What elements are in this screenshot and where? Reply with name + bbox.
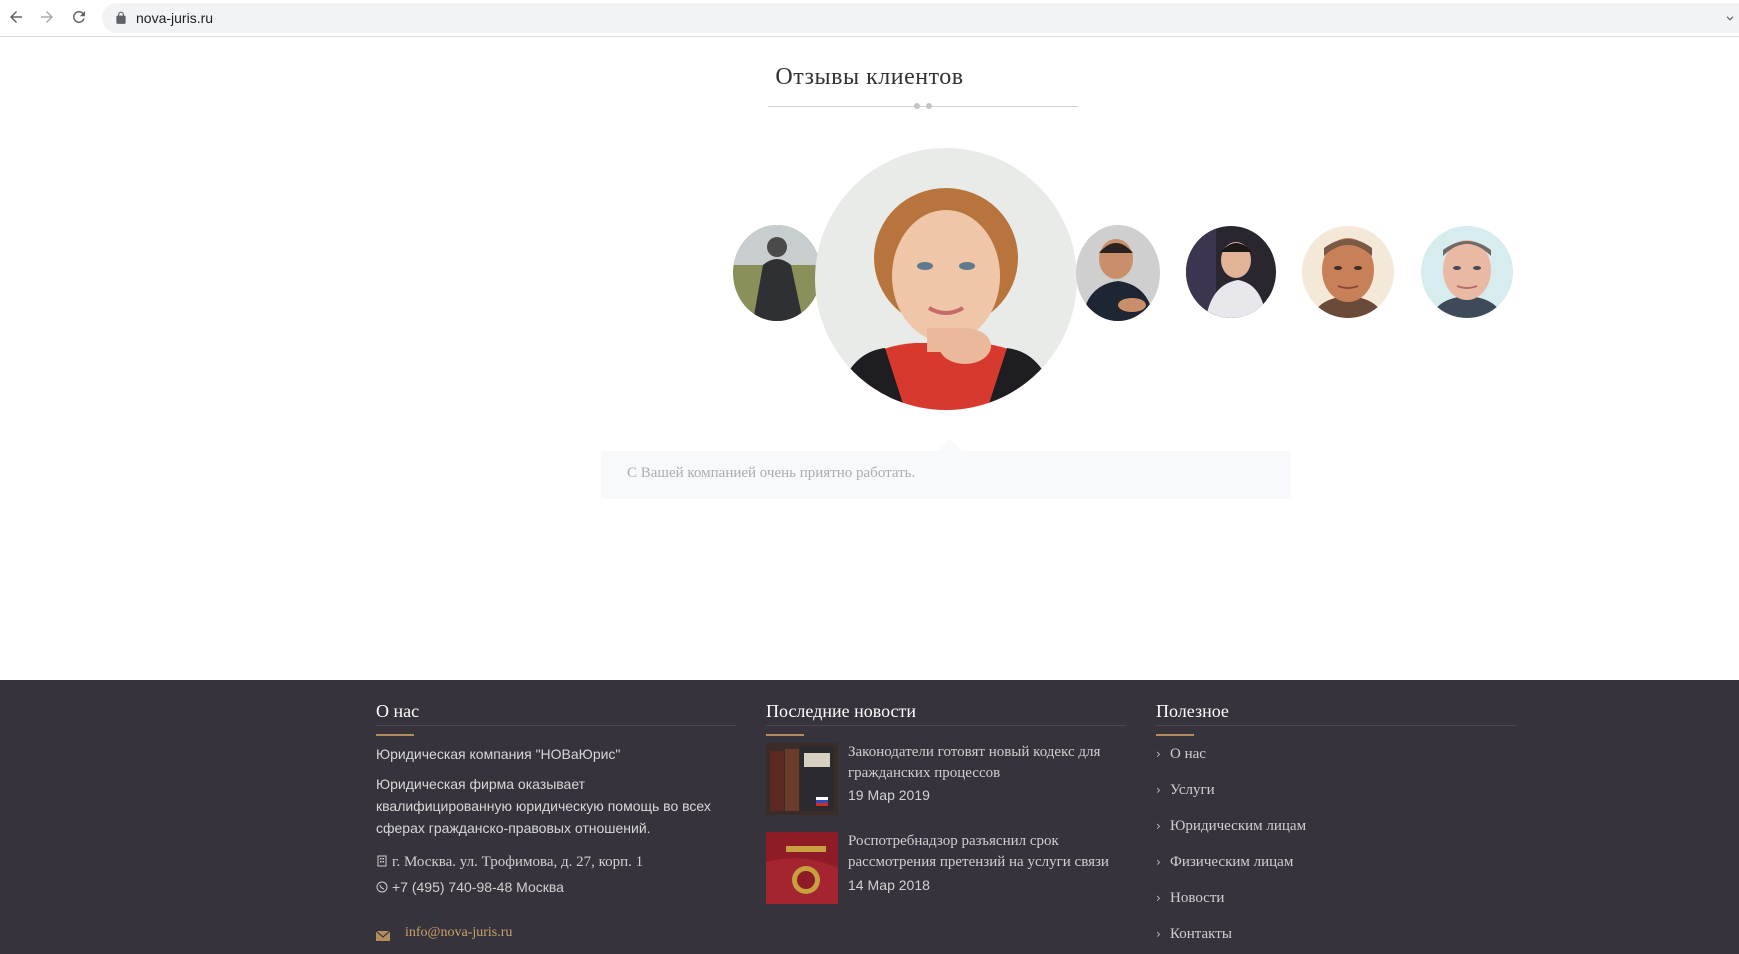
- useful-link-label[interactable]: Юридическим лицам: [1170, 818, 1306, 834]
- phone-text[interactable]: +7 (495) 740-98-48 Москва: [392, 879, 564, 895]
- divider-dot: [926, 103, 932, 109]
- chevron-right-icon: ›: [1156, 783, 1161, 797]
- email-row: info@nova-juris.ru: [375, 925, 512, 946]
- footer-about-heading: О нас: [376, 701, 420, 721]
- footer-useful-rule: [1156, 725, 1516, 726]
- news-title-2[interactable]: Роспотребнадзор разъяснил срок рассмотре…: [848, 831, 1128, 873]
- lock-icon: [116, 11, 126, 24]
- address-bar[interactable]: nova-juris.ru: [102, 3, 1739, 33]
- chevron-right-icon: ›: [1156, 891, 1161, 905]
- footer-news-rule: [766, 725, 1126, 726]
- news-thumbnail-1[interactable]: [766, 743, 838, 815]
- description-line-3: сферах гражданско-правовых отношений.: [376, 820, 651, 836]
- description-line-1: Юридическая фирма оказывает: [376, 776, 586, 792]
- footer-news-heading: Последние новости: [766, 701, 917, 721]
- footer-about-accent: [376, 734, 414, 736]
- client-avatar-3[interactable]: [1076, 225, 1160, 321]
- quote-pointer: [938, 439, 962, 451]
- footer-news-accent: [766, 734, 804, 736]
- url-text[interactable]: nova-juris.ru: [136, 10, 213, 26]
- news-title-2-line-2[interactable]: рассмотрения претензий на услуги связи: [848, 852, 1128, 873]
- useful-link-about[interactable]: › О нас: [1156, 746, 1206, 763]
- client-avatar-6[interactable]: [1421, 226, 1513, 318]
- useful-link-services[interactable]: › Услуги: [1156, 782, 1215, 799]
- news-date-2: 14 Мар 2018: [848, 877, 930, 893]
- news-thumbnail-2[interactable]: [766, 832, 838, 904]
- testimonial-quote-box: С Вашей компанией очень приятно работать…: [601, 451, 1291, 499]
- news-title-2-line-1[interactable]: Роспотребнадзор разъяснил срок: [848, 831, 1128, 852]
- building-icon: [377, 855, 387, 867]
- chevron-right-icon: ›: [1156, 855, 1161, 869]
- chevron-right-icon: ›: [1156, 747, 1161, 761]
- news-date-1: 19 Мар 2019: [848, 787, 930, 803]
- divider-dot: [914, 103, 920, 109]
- chevron-down-icon[interactable]: [1723, 11, 1737, 25]
- footer-about-rule: [376, 725, 736, 726]
- reload-icon[interactable]: [69, 7, 89, 27]
- testimonial-quote-text: С Вашей компанией очень приятно работать…: [627, 465, 916, 481]
- company-name: Юридическая компания "НОВаЮрис": [376, 746, 621, 762]
- news-title-1-line-1[interactable]: Законодатели готовят новый кодекс для: [848, 742, 1128, 763]
- footer-useful-heading: Полезное: [1156, 701, 1229, 721]
- useful-link-label[interactable]: Контакты: [1170, 926, 1232, 942]
- useful-link-label[interactable]: О нас: [1170, 746, 1206, 762]
- news-title-1[interactable]: Законодатели готовят новый кодекс для гр…: [848, 742, 1128, 784]
- browser-toolbar: nova-juris.ru: [0, 0, 1739, 37]
- client-avatar-5[interactable]: [1302, 226, 1394, 318]
- client-avatar-4[interactable]: [1186, 226, 1276, 318]
- useful-link-label[interactable]: Новости: [1170, 890, 1224, 906]
- email-link[interactable]: info@nova-juris.ru: [405, 925, 512, 941]
- useful-link-contacts[interactable]: › Контакты: [1156, 926, 1232, 943]
- site-footer: О нас Юридическая компания "НОВаЮрис" Юр…: [0, 680, 1739, 954]
- chevron-right-icon: ›: [1156, 927, 1161, 941]
- client-avatar-1[interactable]: [733, 225, 821, 321]
- useful-link-individuals[interactable]: › Физическим лицам: [1156, 854, 1293, 871]
- useful-link-label[interactable]: Физическим лицам: [1170, 854, 1293, 870]
- news-title-1-line-2[interactable]: гражданских процессов: [848, 763, 1128, 784]
- footer-useful-accent: [1156, 734, 1194, 736]
- useful-link-label[interactable]: Услуги: [1170, 782, 1215, 798]
- client-avatar-2-active[interactable]: [815, 148, 1077, 410]
- address-row: г. Москва. ул. Трофимова, д. 27, корп. 1: [376, 854, 643, 871]
- section-title: Отзывы клиентов: [775, 64, 964, 90]
- address-text: г. Москва. ул. Трофимова, д. 27, корп. 1: [392, 854, 644, 870]
- whatsapp-icon: [376, 881, 388, 893]
- useful-link-legal-entities[interactable]: › Юридическим лицам: [1156, 818, 1306, 835]
- forward-arrow-icon[interactable]: [37, 7, 57, 27]
- title-divider: [768, 106, 1078, 107]
- chevron-right-icon: ›: [1156, 819, 1161, 833]
- envelope-icon: [375, 930, 391, 941]
- description-line-2: квалифицированную юридическую помощь во …: [376, 798, 711, 814]
- back-arrow-icon[interactable]: [6, 7, 26, 27]
- useful-link-news[interactable]: › Новости: [1156, 890, 1224, 907]
- phone-row: +7 (495) 740-98-48 Москва: [376, 879, 564, 895]
